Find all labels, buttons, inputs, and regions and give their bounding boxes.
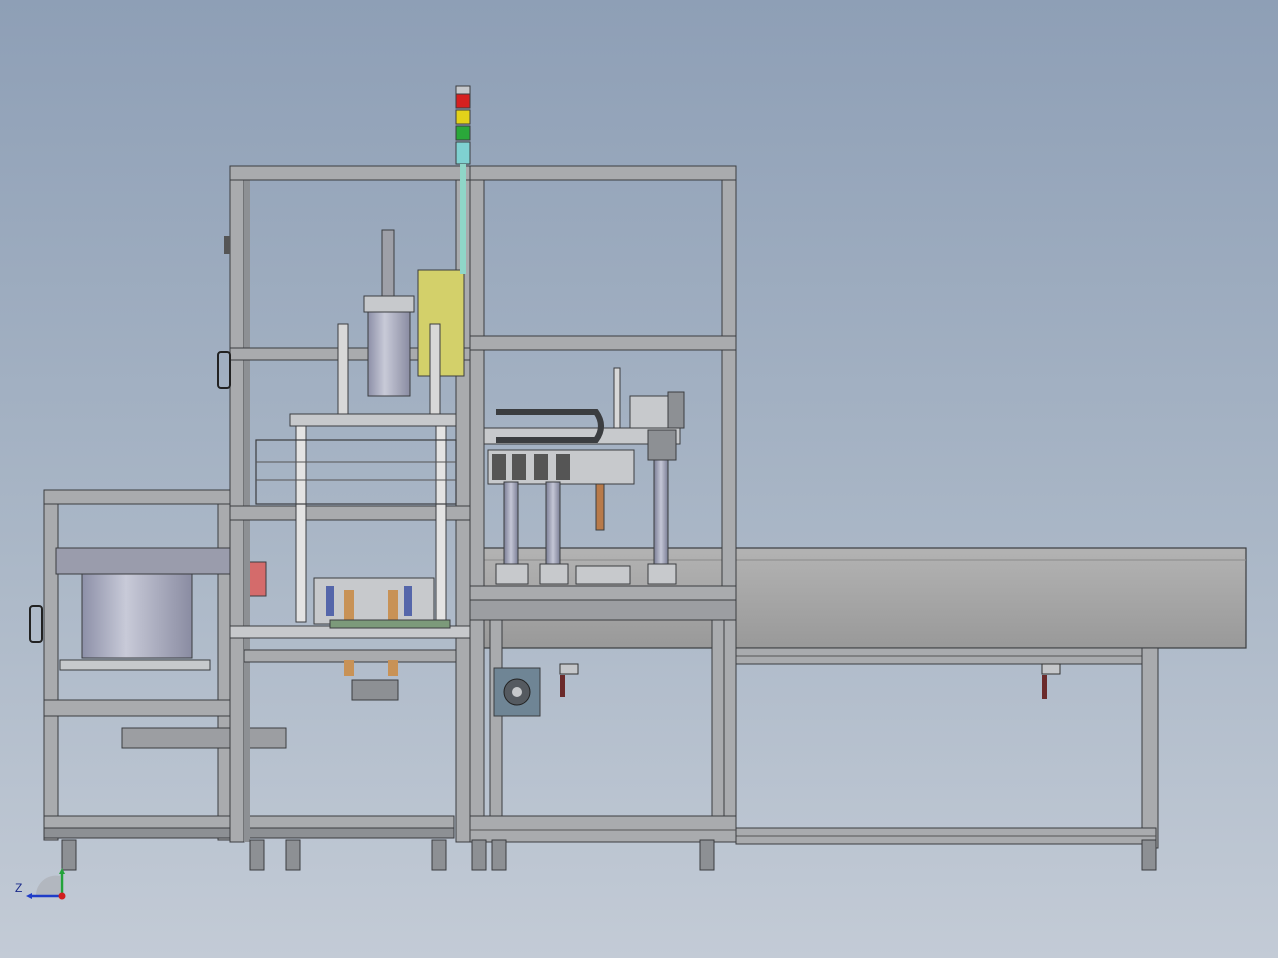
machine-assembly-drawing[interactable] xyxy=(0,0,1278,958)
press-cylinder[interactable] xyxy=(255,229,465,623)
drive-motor[interactable] xyxy=(493,663,579,717)
cad-viewport[interactable]: Z xyxy=(0,0,1278,958)
conveyor-handle-icon xyxy=(1041,663,1061,699)
press-fixture[interactable] xyxy=(313,577,451,701)
coordinate-triad-icon: Z xyxy=(15,868,66,900)
axis-z-label: Z xyxy=(15,881,22,895)
